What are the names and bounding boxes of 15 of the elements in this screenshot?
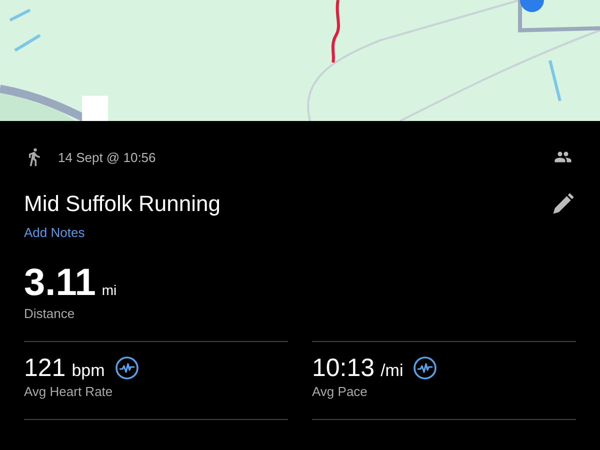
stat-label: Avg Pace <box>312 384 368 399</box>
stat-value: 121 <box>24 354 66 382</box>
stat-value: 10:13 <box>312 354 375 382</box>
pulse-chart-icon[interactable] <box>114 356 139 380</box>
activity-date: 14 Sept @ 10:56 <box>58 150 156 164</box>
pulse-chart-icon[interactable] <box>413 356 438 380</box>
pencil-icon[interactable] <box>550 191 576 217</box>
add-notes-link[interactable]: Add Notes <box>24 225 85 240</box>
stat-unit: /mi <box>380 361 404 381</box>
stat-label: Distance <box>24 306 75 321</box>
activity-title: Mid Suffolk Running <box>24 191 220 217</box>
stat-unit: bpm <box>72 361 105 381</box>
stat-unit: mi <box>102 282 117 298</box>
stat-value: 3.11 <box>24 262 96 304</box>
stat-label: Avg Heart Rate <box>24 384 113 399</box>
